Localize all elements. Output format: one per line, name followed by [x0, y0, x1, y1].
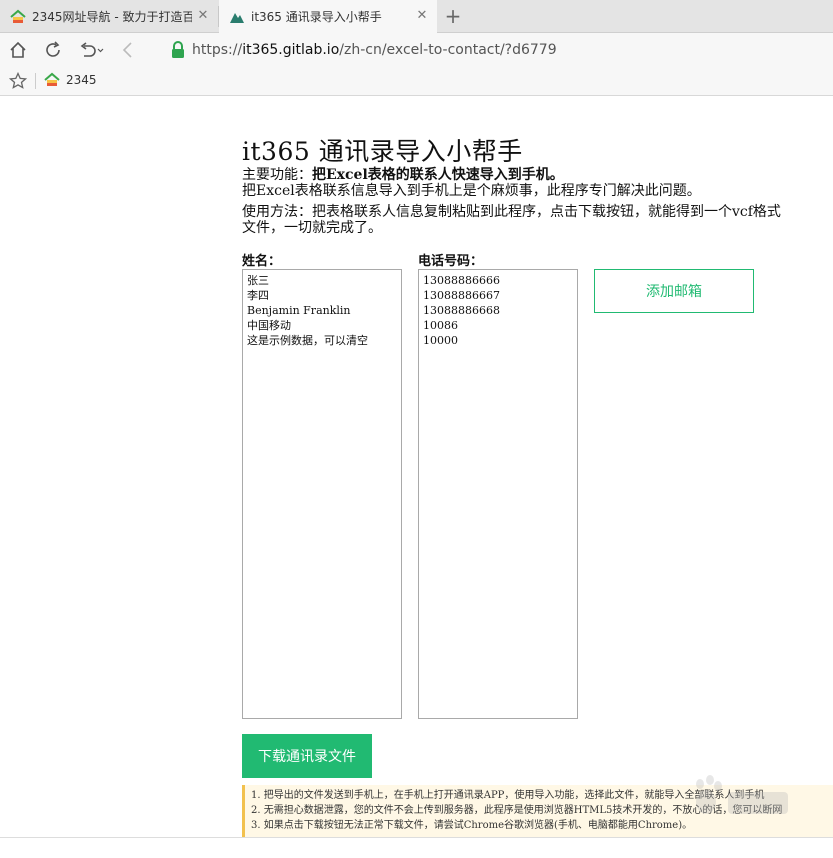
bookmark-divider: [35, 73, 36, 89]
list-item: 张三: [247, 274, 269, 287]
page-viewport: it365 通讯录导入小帮手 主要功能：把Excel表格的联系人快速导入到手机。…: [0, 97, 833, 858]
close-tab-icon[interactable]: ✕: [196, 9, 210, 23]
list-item: 10000: [423, 334, 458, 347]
feature-highlight: 把Excel表格的联系人快速导入到手机。: [312, 167, 564, 183]
feature-prefix: 主要功能：: [242, 167, 312, 183]
list-item: 李四: [247, 289, 269, 302]
list-item: Benjamin Franklin: [247, 304, 351, 317]
phones-textarea[interactable]: 13088886666 13088886667 13088886668 1008…: [418, 269, 578, 719]
new-tab-icon[interactable]: +: [443, 6, 463, 26]
address-bar[interactable]: https://it365.gitlab.io/zh-cn/excel-to-c…: [170, 40, 557, 60]
url-path: /zh-cn/excel-to-contact/?d6779: [339, 42, 557, 58]
bookmark-label: 2345: [66, 73, 97, 87]
undo-dropdown-icon[interactable]: [78, 40, 106, 60]
house-logo-icon: [10, 9, 26, 23]
download-contacts-button[interactable]: 下载通讯录文件: [242, 734, 372, 778]
tab-2345[interactable]: 2345网址导航 - 致力于打造百 ✕: [0, 0, 218, 33]
usage-line: 文件，一切就完成了。: [242, 220, 382, 236]
tab-it365[interactable]: it365 通讯录导入小帮手 ✕: [219, 0, 437, 33]
home-icon[interactable]: [8, 40, 28, 60]
list-item: 10086: [423, 319, 458, 332]
phone-label: 电话号码：: [418, 254, 484, 269]
house-logo-icon: [44, 72, 60, 86]
name-label: 姓名：: [242, 254, 282, 269]
feature-description: 主要功能：把Excel表格的联系人快速导入到手机。 把Excel表格联系信息导入…: [242, 167, 701, 199]
list-item: 中国移动: [247, 319, 291, 332]
tab-title: it365 通讯录导入小帮手: [251, 10, 382, 24]
paw-watermark-icon: [696, 775, 788, 814]
bookmarks-bar: 2345: [0, 66, 833, 96]
names-textarea[interactable]: 张三 李四 Benjamin Franklin 中国移动 这是示例数据，可以清空: [242, 269, 402, 719]
description-text: 把Excel表格联系信息导入到手机上是个麻烦事，此程序专门解决此问题。: [242, 183, 701, 199]
navigation-bar: https://it365.gitlab.io/zh-cn/excel-to-c…: [0, 33, 833, 66]
tab-strip: 2345网址导航 - 致力于打造百 ✕ it365 通讯录导入小帮手 ✕ +: [0, 0, 833, 33]
list-item: 这是示例数据，可以清空: [247, 334, 368, 347]
url-scheme: https://: [192, 42, 243, 58]
bookmark-star-icon[interactable]: [9, 72, 27, 90]
list-item: 13088886668: [423, 304, 500, 317]
back-icon[interactable]: [118, 40, 138, 60]
lock-icon: [172, 41, 184, 58]
reload-icon[interactable]: [43, 40, 63, 60]
mountain-logo-icon: [230, 12, 244, 23]
tab-title: 2345网址导航 - 致力于打造百: [32, 10, 192, 24]
url-host: it365.gitlab.io: [242, 42, 340, 58]
list-item: 13088886667: [423, 289, 500, 302]
list-item: 13088886666: [423, 274, 500, 287]
usage-line: 使用方法：把表格联系人信息复制粘贴到此程序，点击下载按钮，就能得到一个vcf格式: [242, 204, 781, 220]
page-title: it365 通讯录导入小帮手: [242, 137, 523, 166]
status-divider: [0, 837, 833, 838]
bookmark-2345[interactable]: 2345: [44, 72, 97, 88]
add-email-button[interactable]: 添加邮箱: [594, 269, 754, 313]
usage-instructions: 使用方法：把表格联系人信息复制粘贴到此程序，点击下载按钮，就能得到一个vcf格式…: [242, 204, 781, 236]
close-tab-icon[interactable]: ✕: [415, 9, 429, 23]
